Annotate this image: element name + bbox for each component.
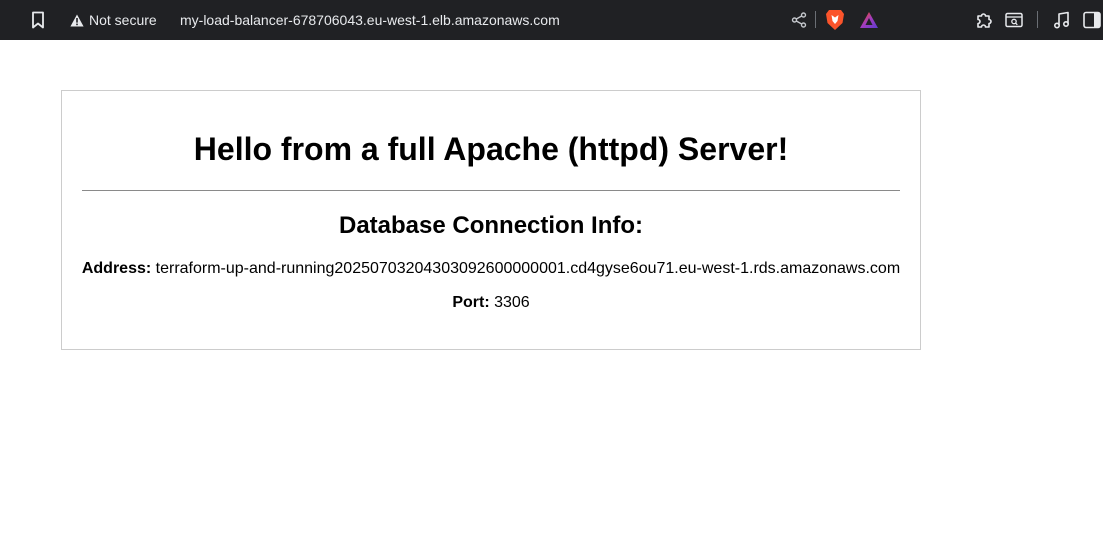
warning-icon (70, 14, 84, 26)
sidebar-button[interactable] (1082, 9, 1102, 31)
horizontal-rule (82, 190, 900, 191)
info-card: Hello from a full Apache (httpd) Server!… (61, 90, 921, 350)
brave-shields-button[interactable] (824, 8, 846, 32)
media-icon (1053, 11, 1070, 29)
browser-toolbar: Not secure my-load-balancer-678706043.eu… (0, 0, 1103, 40)
security-label: Not secure (89, 12, 157, 28)
bookmark-button[interactable] (28, 9, 48, 31)
media-button[interactable] (1052, 9, 1072, 31)
section-heading: Database Connection Info: (338, 212, 644, 239)
extensions-button[interactable] (974, 9, 994, 31)
extensions-icon (977, 13, 992, 28)
address-label: Address: (81, 260, 152, 277)
port-label: Port: (452, 294, 490, 311)
brave-shields-icon (826, 10, 844, 30)
port-row: Port: 3306 (62, 293, 920, 313)
screenshot-button[interactable] (1004, 9, 1024, 31)
toolbar-divider (1037, 11, 1038, 28)
port-value: 3306 (494, 294, 530, 311)
toolbar-divider (815, 11, 816, 28)
address-row: Address: terraform-up-and-running2025070… (62, 259, 920, 279)
security-indicator[interactable]: Not secure (70, 10, 157, 30)
web-page: Hello from a full Apache (httpd) Server!… (0, 40, 1103, 552)
sidebar-icon (1083, 11, 1101, 29)
share-button[interactable] (790, 10, 808, 30)
brave-rewards-icon (860, 12, 878, 28)
address-bar[interactable]: my-load-balancer-678706043.eu-west-1.elb… (180, 10, 560, 30)
brave-rewards-button[interactable] (858, 9, 880, 31)
page-heading: Hello from a full Apache (httpd) Server! (193, 131, 789, 167)
share-icon (791, 12, 807, 28)
address-value: terraform-up-and-running2025070320430309… (155, 260, 901, 277)
bookmark-icon (32, 11, 44, 29)
screenshot-icon (1005, 12, 1023, 28)
